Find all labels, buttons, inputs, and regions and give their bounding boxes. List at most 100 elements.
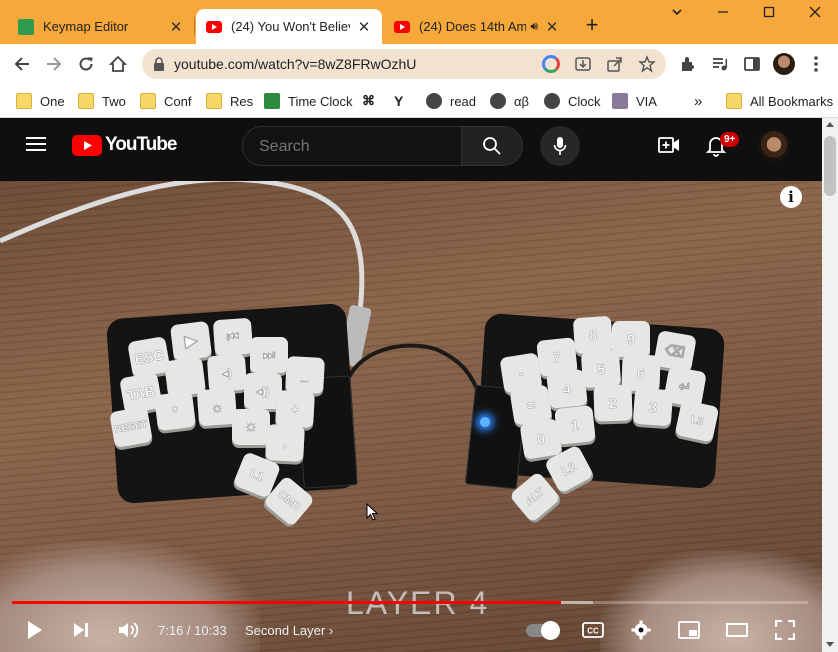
skip-next-icon xyxy=(74,623,88,637)
install-icon[interactable] xyxy=(574,55,592,78)
tab-title: (24) You Won't Believe xyxy=(231,19,350,34)
scroll-up-arrow-icon[interactable] xyxy=(826,122,834,127)
key-brightness-up: ☼ xyxy=(232,409,270,445)
chapter-title[interactable]: Second Layer › xyxy=(245,623,333,638)
bookmark-time-clock[interactable]: Time Clock xyxy=(264,91,353,111)
minimize-icon[interactable] xyxy=(712,5,734,25)
bookmark-clock[interactable]: Clock xyxy=(544,91,601,111)
page-scrollbar[interactable] xyxy=(822,118,838,652)
mouse-cursor-icon xyxy=(366,502,379,526)
hamburger-menu-icon[interactable] xyxy=(26,136,46,157)
speaker-icon[interactable]: 🔊︎ xyxy=(530,19,538,34)
folder-icon xyxy=(726,93,742,109)
bookmark-via[interactable]: VIA xyxy=(612,91,657,111)
key-label: L1 xyxy=(247,465,267,485)
close-icon[interactable]: ✕ xyxy=(544,18,560,36)
create-video-icon[interactable] xyxy=(658,136,680,159)
key-2: 2 xyxy=(593,384,633,422)
bookmark-star-icon[interactable] xyxy=(638,55,656,78)
next-video-button[interactable] xyxy=(68,617,94,643)
scroll-down-arrow-icon[interactable] xyxy=(826,642,834,647)
back-arrow-icon[interactable] xyxy=(10,52,34,76)
new-tab-button[interactable]: + xyxy=(580,13,604,37)
browser-chrome: Keymap Editor ✕ (24) You Won't Believe ✕… xyxy=(0,0,838,118)
google-icon[interactable] xyxy=(542,55,560,73)
voice-search-button[interactable] xyxy=(540,126,580,166)
home-icon[interactable] xyxy=(106,52,130,76)
site-info-icon[interactable] xyxy=(152,56,166,77)
captions-icon: CC xyxy=(582,622,604,638)
close-icon[interactable]: ✕ xyxy=(356,18,372,36)
tab-keymap-editor[interactable]: Keymap Editor ✕ xyxy=(8,9,194,44)
bookmark-conf[interactable]: Conf xyxy=(140,91,191,111)
more-bookmarks-chevron-icon[interactable]: » xyxy=(694,91,702,111)
bookmark-command[interactable]: ⌘ xyxy=(362,91,375,111)
bookmark-label: Two xyxy=(102,93,126,109)
key-label: * xyxy=(171,402,179,420)
folder-icon xyxy=(78,93,94,109)
share-icon[interactable] xyxy=(606,55,624,78)
scrollbar-thumb[interactable] xyxy=(824,136,836,196)
maximize-icon[interactable] xyxy=(758,5,780,25)
key-5: 5 xyxy=(580,349,622,389)
notification-badge: 9+ xyxy=(720,132,740,147)
forward-arrow-icon[interactable] xyxy=(42,52,66,76)
tab-strip: Keymap Editor ✕ (24) You Won't Believe ✕… xyxy=(0,0,838,44)
key-l3: L3 xyxy=(674,399,720,443)
youtube-logo[interactable]: YouTube xyxy=(72,134,177,156)
key-3: 3 xyxy=(632,387,674,427)
fullscreen-button[interactable] xyxy=(772,617,798,643)
tab-youtube-2[interactable]: (24) Does 14th Am 🔊︎ ✕ xyxy=(384,9,570,44)
progress-bar[interactable] xyxy=(12,601,808,604)
side-panel-icon[interactable] xyxy=(740,52,764,76)
bookmark-read[interactable]: read xyxy=(426,91,476,111)
key-next-track: ⏭ xyxy=(250,337,288,373)
close-window-icon[interactable] xyxy=(804,5,826,25)
miniplayer-button[interactable] xyxy=(676,617,702,643)
bookmark-alpha-beta[interactable]: αβ xyxy=(490,91,529,111)
key-label: 7 xyxy=(552,348,562,366)
close-icon[interactable]: ✕ xyxy=(168,18,184,36)
autoplay-toggle[interactable] xyxy=(524,617,560,643)
extensions-icon[interactable] xyxy=(676,52,700,76)
tab-youtube-active[interactable]: (24) You Won't Believe ✕ xyxy=(196,9,382,44)
key-period: . xyxy=(265,424,305,462)
info-icon[interactable]: i xyxy=(780,186,802,208)
bookmark-one[interactable]: One xyxy=(16,91,65,111)
key-plus: + xyxy=(275,390,315,428)
search-button[interactable] xyxy=(461,126,523,166)
key-label: 3 xyxy=(648,398,658,416)
key-label: = xyxy=(525,396,537,414)
account-avatar[interactable] xyxy=(758,130,790,162)
profile-avatar[interactable] xyxy=(772,52,796,76)
menu-kebab-icon[interactable] xyxy=(804,52,828,76)
bookmark-label: αβ xyxy=(514,93,529,109)
settings-button[interactable] xyxy=(628,617,654,643)
all-bookmarks[interactable]: All Bookmarks xyxy=(726,91,833,111)
theater-mode-button[interactable] xyxy=(724,617,750,643)
youtube-favicon xyxy=(394,19,410,35)
media-control-icon[interactable] xyxy=(708,52,732,76)
bookmark-two[interactable]: Two xyxy=(78,91,126,111)
bookmark-y[interactable]: Y xyxy=(394,91,418,111)
url-text[interactable]: youtube.com/watch?v=8wZ8FRwOzhU xyxy=(174,56,416,72)
toggle-knob xyxy=(541,620,560,640)
bookmark-label: read xyxy=(450,93,477,109)
video-player[interactable]: ESC ▶ ⏮ ⏭ _ TAB ◂) ◂)) + RESET * ☼ ☼ . L… xyxy=(0,181,822,652)
captions-button[interactable]: CC xyxy=(580,617,606,643)
address-bar[interactable]: youtube.com/watch?v=8wZ8FRwOzhU xyxy=(142,49,666,79)
tab-search-icon[interactable] xyxy=(666,5,688,25)
microphone-icon xyxy=(553,137,567,155)
volume-icon xyxy=(119,622,139,638)
player-controls: 7:16 / 10:33 Second Layer › CC xyxy=(0,611,822,652)
toggle-track xyxy=(526,620,560,640)
mute-button[interactable] xyxy=(116,617,142,643)
globe-icon xyxy=(544,93,560,109)
bookmark-res[interactable]: Res xyxy=(206,91,253,111)
key-label: 8 xyxy=(588,326,598,344)
reload-icon[interactable] xyxy=(74,52,98,76)
key-label: 5 xyxy=(596,360,606,378)
key-prev-track: ⏮ xyxy=(212,317,254,357)
play-button[interactable] xyxy=(22,617,48,643)
search-input[interactable] xyxy=(259,137,449,157)
